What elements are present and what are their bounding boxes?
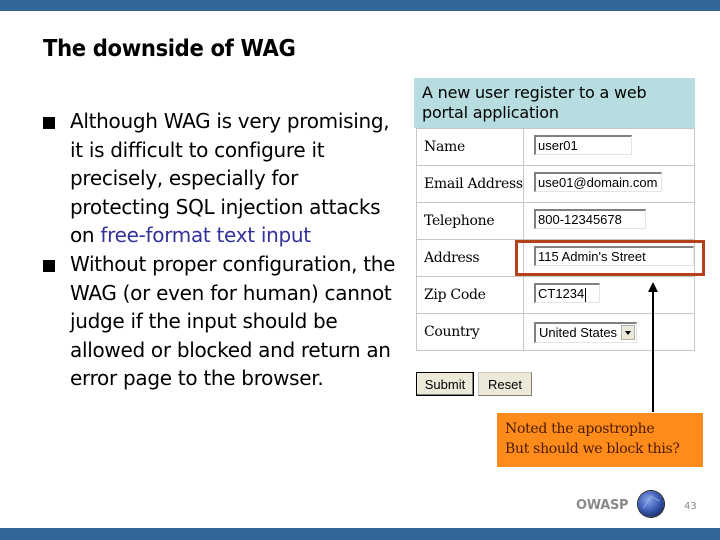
telephone-input[interactable]: 800-12345678 [534, 209, 646, 229]
slide-title: The downside of WAG [43, 36, 296, 62]
owasp-globe-logo-icon [638, 491, 664, 517]
bullet-list: Although WAG is very promising, it is di… [40, 107, 400, 393]
text-caret [585, 287, 587, 302]
bullet-item: Without proper configuration, the WAG (o… [40, 250, 400, 393]
country-selected-value: United States [539, 325, 618, 340]
callout-note: Noted the apostrophe But should we block… [497, 413, 703, 467]
page-number: 43 [684, 501, 697, 512]
form-row-telephone: Telephone 800-12345678 [416, 202, 695, 240]
callout-line-1: Noted the apostrophe [505, 421, 655, 437]
bullet-highlight-text: free-format text input [100, 223, 311, 248]
zip-code-value: CT1234 [538, 286, 585, 301]
zip-code-label: Zip Code [416, 276, 524, 314]
address-label: Address [416, 239, 524, 277]
reset-button[interactable]: Reset [478, 372, 532, 396]
address-highlight-box [515, 240, 705, 276]
square-bullet-icon [43, 259, 55, 272]
bullet-text: Without proper configuration, the WAG (o… [70, 251, 396, 391]
telephone-label: Telephone [416, 202, 524, 240]
bottom-brand-bar [0, 528, 720, 540]
country-select[interactable]: United States [534, 321, 638, 343]
name-label: Name [416, 128, 524, 166]
submit-button[interactable]: Submit [416, 372, 474, 396]
form-row-name: Name user01 [416, 128, 695, 166]
country-label: Country [416, 313, 524, 351]
email-label: Email Address [416, 165, 524, 203]
form-header: A new user register to a web portal appl… [414, 78, 695, 128]
name-input[interactable]: user01 [534, 135, 632, 155]
callout-line-2: But should we block this? [505, 441, 680, 457]
form-row-email: Email Address use01@domain.com [416, 165, 695, 203]
callout-arrow-line [652, 290, 654, 412]
email-input[interactable]: use01@domain.com [534, 172, 662, 192]
dropdown-arrow-icon[interactable] [621, 325, 636, 340]
square-bullet-icon [43, 117, 55, 129]
footer-brand: OWASP [576, 498, 629, 513]
zip-code-input[interactable]: CT1234 [534, 283, 600, 303]
top-brand-bar [0, 0, 720, 11]
bullet-item: Although WAG is very promising, it is di… [40, 107, 400, 250]
